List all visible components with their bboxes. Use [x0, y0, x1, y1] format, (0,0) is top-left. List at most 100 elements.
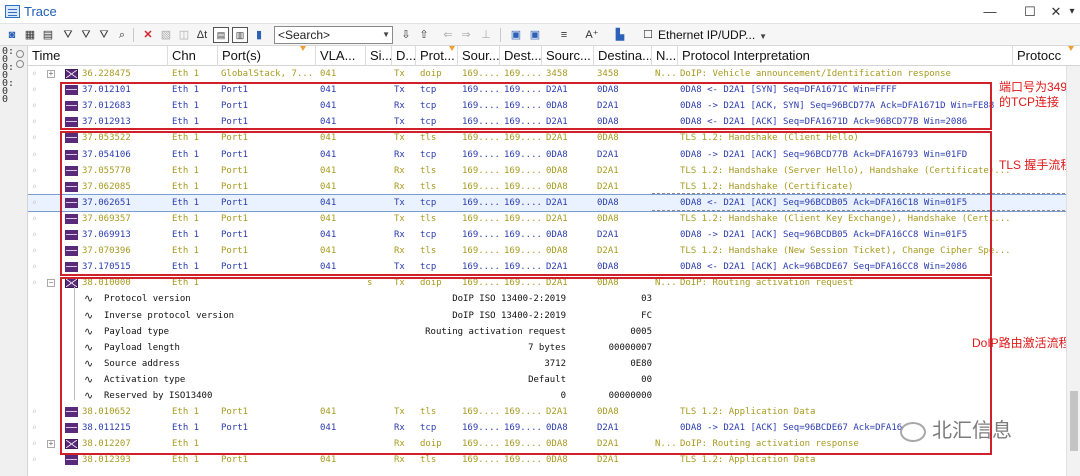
column-time[interactable]: Time	[28, 46, 168, 66]
row-state-icon: ⌕	[32, 407, 37, 417]
row-state-icon: ⌕	[32, 181, 37, 191]
column-dest[interactable]: Dest...	[500, 46, 542, 66]
wechat-icon	[900, 421, 926, 442]
row-state-icon: ⌕	[32, 165, 37, 175]
column-destina[interactable]: Destina...	[594, 46, 652, 66]
title-bar: Trace — ☐ ✕ ▾	[0, 0, 1080, 24]
window-menu-chevron-icon[interactable]: ▾	[1060, 2, 1080, 22]
column-n[interactable]: N...	[652, 46, 678, 66]
font-icon[interactable]: A⁺	[584, 27, 600, 43]
doip-routing-box	[60, 277, 992, 455]
marker-icon[interactable]: ⊥	[478, 27, 494, 43]
cell-destina: 3458	[597, 69, 619, 79]
cell-time: 36.228475	[82, 69, 131, 79]
row-state-icon: ⌕	[32, 262, 37, 272]
column-sourc[interactable]: Sourc...	[542, 46, 594, 66]
filter-list-icon[interactable]: ⛛	[78, 27, 94, 43]
filter-off-icon[interactable]: ⛛	[96, 27, 112, 43]
back-arrow-icon[interactable]: ⇐	[440, 27, 456, 43]
cell-sour: 169....	[462, 69, 500, 79]
filter-checkbox-icon[interactable]: ☐	[640, 27, 656, 43]
column-header: Time Chn Port(s) VLA... Si... D... Prot.…	[28, 46, 1080, 66]
column-d[interactable]: D...	[392, 46, 416, 66]
statistics-icon[interactable]: ▮	[251, 27, 267, 43]
cell-vlan: 041	[320, 69, 337, 79]
search-down-icon[interactable]: ⇩	[398, 27, 414, 43]
delete-icon[interactable]: ✕	[140, 27, 156, 43]
row-state-icon: ⌕	[32, 230, 37, 239]
search-placeholder: <Search>	[278, 28, 331, 42]
watermark-text: 北汇信息	[932, 420, 1012, 442]
folder-icon[interactable]: ▣	[508, 27, 524, 43]
row-state-icon: ⌕	[32, 246, 37, 256]
cell-n: N...	[655, 69, 677, 79]
folder-config-icon[interactable]: ▣	[527, 27, 543, 43]
line-style-icon[interactable]: ≡	[556, 27, 572, 43]
toolbar: ◙ ▦ ▤ ⛛ ⛛ ⛛ ⌕ ✕ ▧ ◫ Δt ▤ ▥ ▮ <Search> ▼ …	[0, 24, 1080, 46]
ruler-marker-icon	[16, 50, 24, 58]
message-envelope-icon	[65, 69, 78, 79]
filter-icon[interactable]: ⛛	[60, 27, 76, 43]
tcp-connection-box	[60, 82, 992, 130]
row-state-icon: ⌕	[32, 149, 37, 159]
time-ruler-label: 0:00:00:00	[2, 46, 15, 105]
collapse-icon[interactable]: −	[47, 279, 55, 288]
protocol-filter-label: Ethernet IP/UDP...	[658, 28, 756, 42]
forward-arrow-icon[interactable]: ⇒	[458, 27, 474, 43]
toggle-mode-icon[interactable]: ▦	[22, 27, 38, 43]
cell-port: GlobalStack, 7...	[221, 69, 314, 79]
tls-annotation: TLS 握手流程	[999, 158, 1073, 172]
search-up-icon[interactable]: ⇧	[416, 27, 432, 43]
column-si[interactable]: Si...	[366, 46, 392, 66]
export-icon[interactable]: ▧	[158, 27, 174, 43]
doip-annotation: DoIP路由激活流程	[972, 336, 1071, 350]
row-state-icon: ⌕	[32, 133, 37, 143]
watermark: 北汇信息	[900, 414, 1012, 443]
chevron-down-icon: ▼	[759, 32, 768, 41]
row-state-icon: ⌕	[32, 117, 37, 127]
column-vlan[interactable]: VLA...	[316, 46, 366, 66]
search-dropdown-icon[interactable]: ▼	[382, 27, 390, 43]
row-state-icon: ⌕	[32, 213, 37, 223]
cell-dest: 169....	[504, 69, 542, 79]
protocol-filter-dropdown[interactable]: Ethernet IP/UDP... ▼	[658, 28, 767, 42]
row-state-icon: ⌕	[32, 101, 37, 111]
row-state-icon: ⌕	[32, 278, 37, 288]
row-state-icon: ⌕	[32, 439, 37, 449]
time-ruler: 0:00:00:00	[0, 46, 28, 476]
maximize-button[interactable]: ☐	[1018, 2, 1042, 22]
vertical-scrollbar[interactable]	[1066, 66, 1080, 476]
sort-marker-icon	[1068, 46, 1074, 51]
column-chn[interactable]: Chn	[168, 46, 218, 66]
stop-trace-icon[interactable]: ◙	[4, 27, 20, 43]
expand-icon[interactable]: +	[47, 440, 55, 449]
cell-interp: DoIP: Vehicle announcement/Identificatio…	[680, 69, 951, 79]
scrollbar-thumb[interactable]	[1070, 391, 1078, 451]
row-state-icon: ⌕	[32, 69, 37, 78]
cell-d: Tx	[394, 69, 405, 79]
column-sour[interactable]: Sour...	[458, 46, 500, 66]
find-icon[interactable]: ⌕	[114, 27, 130, 43]
cell-chn: Eth 1	[172, 69, 200, 79]
sort-marker-icon	[449, 46, 455, 51]
detail-view-icon[interactable]: ▤	[40, 27, 56, 43]
chart-icon[interactable]: ▙	[612, 27, 628, 43]
search-input[interactable]: <Search> ▼	[274, 26, 393, 44]
expand-icon[interactable]: +	[47, 70, 55, 78]
trace-window-icon	[5, 5, 20, 18]
row-state-icon: ⌕	[32, 85, 37, 95]
row-state-icon: ⌕	[32, 197, 37, 207]
column-layout-icon[interactable]: ▤	[213, 27, 229, 43]
minimize-button[interactable]: —	[978, 2, 1002, 22]
delta-time-icon[interactable]: Δt	[194, 27, 210, 43]
cell-prot: doip	[420, 69, 442, 79]
row-layout-icon[interactable]: ▥	[232, 27, 248, 43]
trace-row[interactable]: ⌕ +36.228475 Eth 1 GlobalStack, 7... 041 Tx do…	[28, 66, 1080, 82]
sort-marker-icon	[300, 46, 306, 51]
row-state-icon: ⌕	[32, 423, 37, 433]
time-offset-icon[interactable]: ◫	[176, 27, 192, 43]
ruler-marker-icon	[16, 60, 24, 68]
tls-handshake-box	[60, 131, 992, 276]
column-interpretation[interactable]: Protocol Interpretation	[678, 46, 1013, 66]
frame-icon	[65, 455, 78, 466]
